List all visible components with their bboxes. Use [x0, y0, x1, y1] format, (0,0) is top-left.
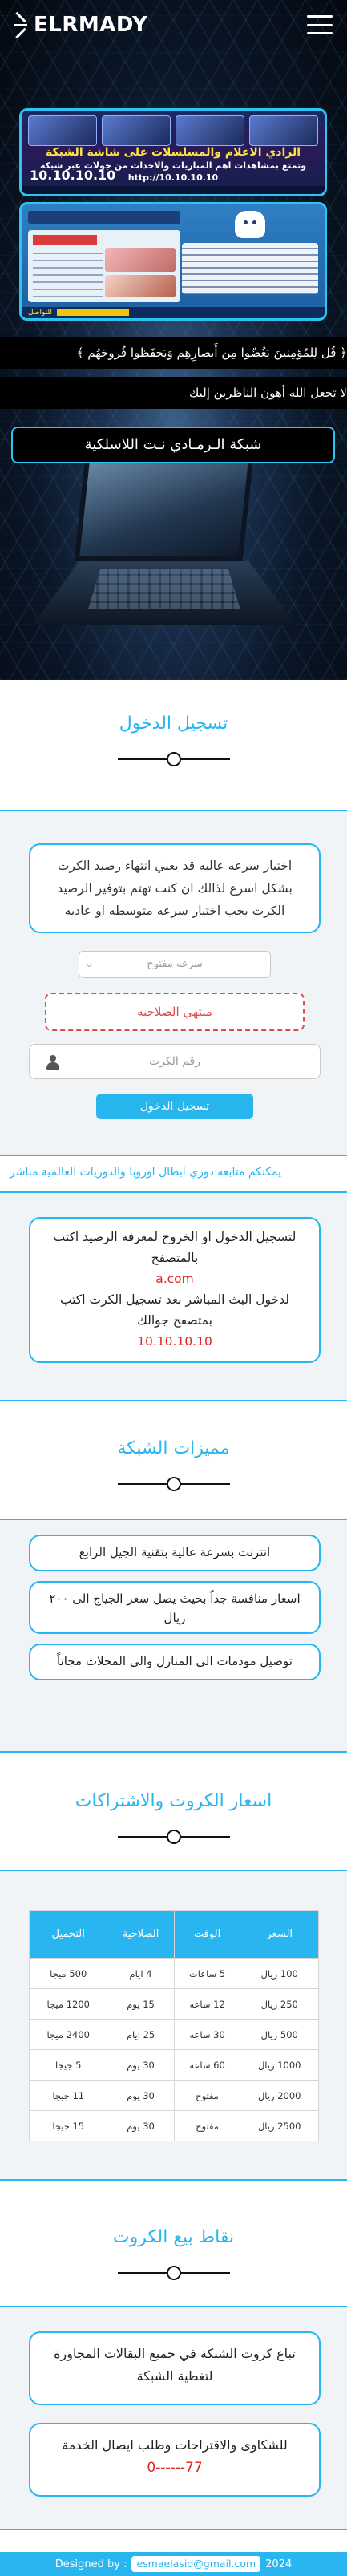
card-number-input[interactable]: رقم الكرت: [29, 1044, 321, 1079]
footer-designed-by: Designed by :: [54, 2558, 127, 2570]
section-divider: [117, 1476, 230, 1492]
sales-heading: نقاط بيع الكروت: [0, 2181, 347, 2306]
table-row: 250 ريال 12 ساعه 15 يوم 1200 ميجا: [28, 1988, 319, 2020]
table-row: 100 ريال 5 ساعات 4 ايام 500 ميجا: [28, 1958, 319, 1989]
footer-year: 2024: [265, 2558, 293, 2570]
login-url-link[interactable]: a.com: [42, 1268, 308, 1289]
banner-title: الرادي الاعلام والمسلسلات على شاشة الشبك…: [45, 146, 301, 159]
expired-status: منتهي الصلاحيه: [45, 993, 305, 1031]
speed-select[interactable]: ⌵ سرعه مفتوح: [79, 951, 271, 978]
instructions-card: لتسجيل الدخول او الخروج لمعرفة الرصيد اك…: [29, 1217, 321, 1363]
user-icon: [46, 1055, 60, 1070]
time-cell: 30 ساعه: [173, 2019, 241, 2050]
validity-cell: 4 ايام: [107, 1958, 175, 1989]
table-header-row: السعر الوقت الصلاحية التحميل: [28, 1910, 319, 1959]
site-footer: Designed by : esmaelasid@gmail.com 2024: [0, 2552, 347, 2576]
features-section: انترنت بسرعة عالية بتقنية الجيل الرابع ا…: [0, 1519, 347, 1753]
validity-cell: 30 يوم: [107, 2080, 175, 2111]
time-cell: مفتوح: [173, 2080, 241, 2111]
column-header-validity: الصلاحية: [107, 1910, 175, 1959]
contact-phone[interactable]: 77------0: [42, 2457, 308, 2479]
prices-heading: اسعار الكروت والاشتراكات: [0, 1753, 347, 1870]
price-cell: 100 ريال: [240, 1958, 319, 1989]
download-cell: 11 جيجا: [28, 2080, 108, 2111]
column-header-time: الوقت: [173, 1910, 241, 1959]
card-number-placeholder: رقم الكرت: [148, 1055, 200, 1068]
features-heading: مميزات الشبكة: [0, 1401, 347, 1519]
sales-section: تباع كروت الشبكة في جميع البقالات المجاو…: [0, 2306, 347, 2530]
download-cell: 5 جيجا: [28, 2049, 108, 2081]
download-cell: 15 جيجا: [28, 2110, 108, 2141]
validity-cell: 30 يوم: [107, 2110, 175, 2141]
section-divider: [117, 1829, 230, 1845]
sales-info-card: تباع كروت الشبكة في جميع البقالات المجاو…: [29, 2331, 321, 2405]
price-cell: 250 ريال: [240, 1988, 319, 2020]
login-heading: تسجيل الدخول: [0, 680, 347, 810]
laptop-illustration: [32, 449, 297, 641]
validity-cell: 15 يوم: [107, 1988, 175, 2020]
time-cell: 12 ساعه: [173, 1988, 241, 2020]
prices-section: السعر الوقت الصلاحية التحميل 100 ريال 5 …: [0, 1870, 347, 2181]
prices-title: اسعار الكروت والاشتراكات: [75, 1791, 272, 1811]
stream-url-link[interactable]: 10.10.10.10: [42, 1331, 308, 1352]
banner-ip: 10.10.10.10: [30, 168, 116, 183]
instruction-line-2: لدخول البث المباشر بعد تسجيل الكرت اكتب …: [60, 1292, 289, 1328]
column-header-price: السعر: [240, 1910, 319, 1959]
chevron-down-icon: ⌵: [86, 959, 93, 969]
tooth-icon: [235, 211, 265, 238]
hero-section: ELRMADY الرادي الاعلام والمسلسلات على شا…: [0, 0, 347, 680]
validity-cell: 25 ايام: [107, 2019, 175, 2050]
contact-text: للشكاوى والاقتراحات وطلب ايصال الخدمة: [62, 2437, 288, 2453]
section-divider: [117, 751, 230, 767]
promo-banner-streaming: الرادي الاعلام والمسلسلات على شاشة الشبك…: [19, 108, 327, 196]
quran-marquee: ﴿ قُل لِلمُؤمِنينَ يَغُضّوا مِن أَبصارِه…: [0, 337, 347, 369]
login-button[interactable]: تسجيل الدخول: [96, 1094, 253, 1119]
time-cell: مفتوح: [173, 2110, 241, 2141]
hamburger-menu-icon[interactable]: [307, 15, 333, 34]
promo-banner-dental: للتواصل: [19, 202, 327, 321]
download-cell: 1200 ميجا: [28, 1988, 108, 2020]
contact-card: للشكاوى والاقتراحات وطلب ايصال الخدمة 77…: [29, 2423, 321, 2497]
footer-email-link[interactable]: esmaelasid@gmail.com: [131, 2556, 261, 2572]
banner-footer: للتواصل: [22, 307, 325, 318]
price-cell: 500 ريال: [240, 2019, 319, 2050]
news-ticker: يمكنكم متابعه دوري ابطال اوروبا والدوريا…: [10, 1166, 281, 1179]
speed-info-card: اختيار سرعه عاليه قد يعني انتهاء رصيد ال…: [29, 843, 321, 933]
login-title: تسجيل الدخول: [119, 714, 228, 734]
table-row: 500 ريال 30 ساعه 25 ايام 2400 ميجا: [28, 2019, 319, 2050]
top-navbar: ELRMADY: [0, 0, 347, 50]
features-title: مميزات الشبكة: [117, 1438, 230, 1458]
column-header-download: التحميل: [28, 1910, 108, 1959]
login-form-section: اختيار سرعه عاليه قد يعني انتهاء رصيد ال…: [0, 810, 347, 1156]
instructions-section: لتسجيل الدخول او الخروج لمعرفة الرصيد اك…: [0, 1191, 347, 1401]
sales-title: نقاط بيع الكروت: [112, 2227, 235, 2247]
table-row: 2500 ريال مفتوح 30 يوم 15 جيجا: [28, 2110, 319, 2141]
table-row: 2000 ريال مفتوح 30 يوم 11 جيجا: [28, 2080, 319, 2111]
price-cell: 2500 ريال: [240, 2110, 319, 2141]
price-cell: 1000 ريال: [240, 2049, 319, 2081]
validity-cell: 30 يوم: [107, 2049, 175, 2081]
download-cell: 500 ميجا: [28, 1958, 108, 1989]
price-cell: 2000 ريال: [240, 2080, 319, 2111]
brand-icon: [14, 11, 27, 39]
instruction-line-1: لتسجيل الدخول او الخروج لمعرفة الرصيد اك…: [53, 1230, 297, 1265]
download-cell: 2400 ميجا: [28, 2019, 108, 2050]
table-row: 1000 ريال 60 ساعه 30 يوم 5 جيجا: [28, 2049, 319, 2081]
price-table: السعر الوقت الصلاحية التحميل 100 ريال 5 …: [28, 1910, 319, 2141]
network-name-button[interactable]: شبكة الـرمـادي نـت اللاسلكية: [11, 427, 335, 463]
feature-item: انترنت بسرعة عالية بتقنية الجيل الرابع: [29, 1535, 321, 1571]
feature-item: اسعار منافسة جداً بحيث يصل سعر الجياج ال…: [29, 1581, 321, 1634]
section-divider: [117, 2265, 230, 2281]
brand-name: ELRMADY: [34, 13, 148, 37]
reminder-marquee: لا تجعل الله أهون الناظرين إليك: [0, 377, 347, 409]
time-cell: 5 ساعات: [173, 1958, 241, 1989]
time-cell: 60 ساعه: [173, 2049, 241, 2081]
feature-item: توصيل مودمات الى المنازل والى المحلات مج…: [29, 1644, 321, 1680]
brand-logo[interactable]: ELRMADY: [14, 11, 148, 39]
